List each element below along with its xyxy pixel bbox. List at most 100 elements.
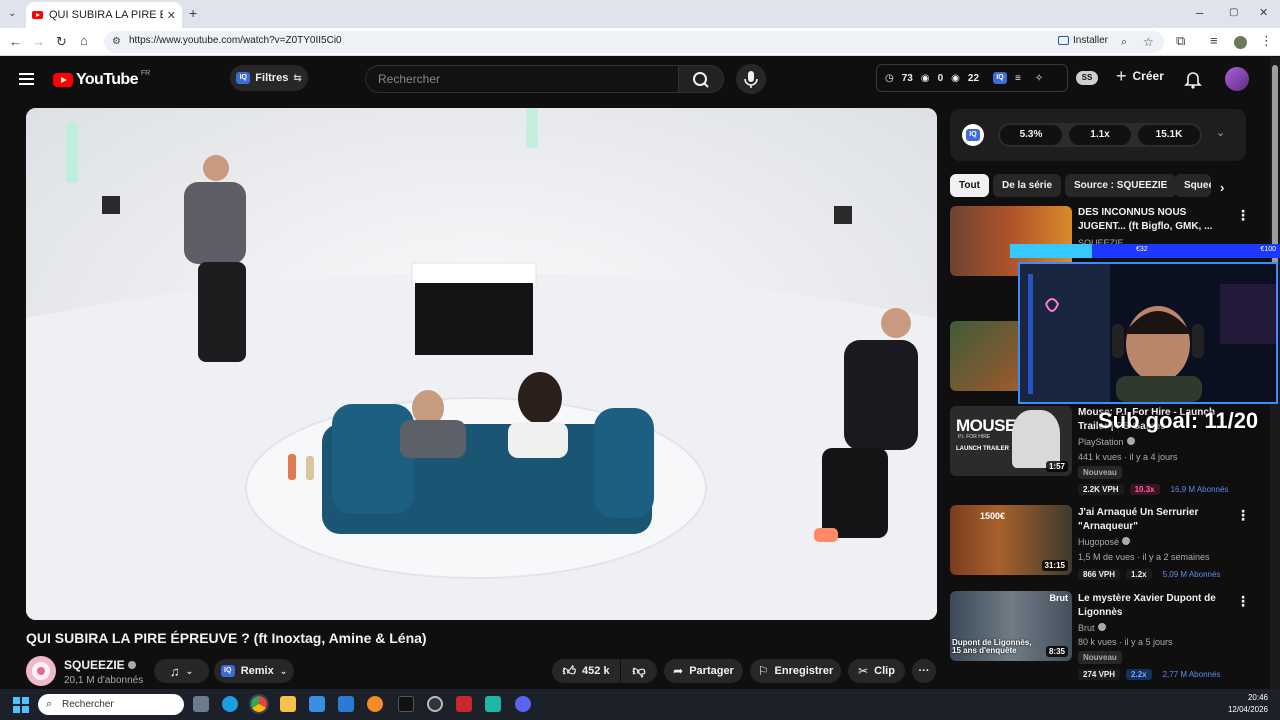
account-avatar[interactable] <box>1225 67 1249 91</box>
search-button[interactable] <box>679 65 724 93</box>
stat-row-3: 2.2K VPH 10.3x 16,9 M Abonnés <box>1078 482 1233 496</box>
bell-icon: ♫ <box>169 663 180 679</box>
verified-icon-4 <box>1122 537 1131 545</box>
discord-icon[interactable] <box>515 696 531 712</box>
remix-button[interactable]: IQ Remix ⌄ <box>214 659 294 683</box>
filters-button[interactable]: IQ Filtres ⇆ <box>230 65 308 91</box>
store-icon[interactable] <box>309 696 325 712</box>
like-button[interactable]: 👍︎ 452 k <box>552 659 620 683</box>
search-input[interactable]: Rechercher <box>365 65 679 93</box>
recommendation-channel-3[interactable]: PlayStation <box>1078 437 1135 447</box>
recommendation-channel-4[interactable]: Hugoposé <box>1078 537 1131 547</box>
install-app-button[interactable]: Installer <box>1058 35 1108 46</box>
tab-close-icon[interactable]: ✕ <box>167 9 176 22</box>
voicemeeter-icon[interactable] <box>456 696 472 712</box>
youtube-logo[interactable]: YouTube FR <box>53 70 150 89</box>
vph-5: 274 VPH <box>1078 668 1121 680</box>
terminal-icon[interactable] <box>398 696 414 712</box>
clock-time: 20:46 <box>1247 693 1268 702</box>
taskbar-search-input[interactable]: ⌕ Rechercher <box>38 694 184 715</box>
notification-bell-button[interactable]: ♫ ⌄ <box>154 659 209 683</box>
window-close-icon[interactable]: ✕ <box>1259 6 1268 20</box>
hamburger-menu-icon[interactable] <box>19 70 34 88</box>
recommendation-title-1[interactable]: DES INCONNUS NOUS JUGENT... (ft Bigflo, … <box>1078 206 1228 234</box>
age-3: il y a 4 jours <box>1129 452 1178 462</box>
recommendation-thumbnail-5[interactable]: Brut Dupont de Ligonnès, 15 ans d'enquêt… <box>950 591 1072 661</box>
site-info-icon[interactable]: ⚙ <box>112 35 121 49</box>
extensions-icon[interactable]: ⧉ <box>1176 34 1185 48</box>
taskbar-search-label: Rechercher <box>62 699 114 710</box>
install-label: Installer <box>1073 35 1109 46</box>
home-icon[interactable]: ⌂ <box>80 34 88 48</box>
chrome-menu-icon[interactable]: ⋮ <box>1260 34 1273 48</box>
windows-start-icon[interactable] <box>13 697 29 713</box>
plus-icon: + <box>1116 66 1127 86</box>
sliders-icon: ⇆ <box>293 72 302 84</box>
browser-tab[interactable]: QUI SUBIRA LA PIRE ÉPREUVE ? ✕ <box>26 2 182 28</box>
bookmark-star-icon[interactable]: ☆ <box>1143 35 1154 49</box>
video-player[interactable] <box>26 108 937 620</box>
recommendation-menu-icon-1[interactable]: ⋮ <box>1236 208 1250 222</box>
recommendation-menu-icon-5[interactable]: ⋮ <box>1236 594 1250 608</box>
clip-label: Clip <box>874 665 895 677</box>
extension-stats-bar[interactable]: ◷ 73 ◉ 0 ◉ 22 IQ ≡ ✧ <box>876 64 1068 92</box>
file-explorer-icon[interactable] <box>280 696 296 712</box>
app-teal-icon[interactable] <box>485 696 501 712</box>
chip-all[interactable]: Tout <box>950 174 989 197</box>
subs-5: 2,77 M Abonnés <box>1162 669 1221 679</box>
task-view-icon[interactable] <box>193 696 209 712</box>
donation-goal-fill <box>1010 244 1092 258</box>
ss-badge[interactable]: SS <box>1076 71 1098 85</box>
clip-button[interactable]: ✂ Clip <box>848 659 905 683</box>
recommendation-channel-5[interactable]: Brut <box>1078 623 1106 633</box>
chrome-icon[interactable] <box>249 694 269 714</box>
channel-name[interactable]: SQUEEZIE <box>64 658 136 672</box>
sparkle-icon: ✧ <box>1034 72 1044 84</box>
media-control-icon[interactable]: ≡ <box>1210 34 1218 48</box>
edge-icon[interactable] <box>222 696 238 712</box>
system-clock[interactable]: 20:46 12/04/2026 <box>1224 692 1268 716</box>
scissors-icon: ✂ <box>858 664 869 678</box>
profile-icon[interactable] <box>1234 36 1247 49</box>
iq-metrics-panel: IQ 5.3% 1.1x 15.1K ⌄ <box>950 109 1246 161</box>
channel-avatar[interactable] <box>26 656 56 686</box>
tab-search-icon[interactable]: ⌄ <box>8 7 16 21</box>
age-4: il y a 2 semaines <box>1142 552 1210 562</box>
outlook-icon[interactable] <box>338 696 354 712</box>
voice-search-button[interactable] <box>736 64 766 94</box>
duration-badge-5: 8:35 <box>1045 646 1068 657</box>
recommendation-title-4[interactable]: J'ai Arnaqué Un Serrurier "Arnaqueur" <box>1078 506 1228 534</box>
save-label: Enregistrer <box>774 665 834 677</box>
dislike-button[interactable]: 👎︎ <box>621 659 657 683</box>
notifications-bell-icon[interactable] <box>1184 69 1202 89</box>
share-label: Partager <box>689 665 734 677</box>
save-button[interactable]: ⚐ Enregistrer <box>750 659 841 683</box>
forward-icon[interactable]: → <box>32 35 45 49</box>
create-button[interactable]: + Créer <box>1116 66 1164 86</box>
omnibox[interactable]: ⚙ https://www.youtube.com/watch?v=Z0TY0I… <box>104 31 1164 53</box>
maximize-icon[interactable]: ▢ <box>1229 6 1238 20</box>
obs-icon[interactable] <box>427 696 443 712</box>
recommendation-channel-5-text: Brut <box>1078 623 1095 633</box>
recommendation-menu-icon-4[interactable]: ⋮ <box>1236 508 1250 522</box>
more-actions-button[interactable]: ··· <box>912 659 936 683</box>
zoom-icon[interactable]: ⌕ <box>1121 35 1127 49</box>
app-circle-icon[interactable] <box>367 696 383 712</box>
scrollbar-thumb[interactable] <box>1272 65 1278 265</box>
chip-source[interactable]: Source : SQUEEZIE <box>1065 174 1177 197</box>
new-tab-icon[interactable]: + <box>189 6 197 20</box>
reload-icon[interactable]: ↻ <box>56 35 67 49</box>
recommendation-meta-3: 441 k vues · il y a 4 jours <box>1078 452 1178 462</box>
share-button[interactable]: ➦ Partager <box>664 659 743 683</box>
iq-expand-chevron-icon[interactable]: ⌄ <box>1216 126 1225 139</box>
recommendation-thumbnail-4[interactable]: 1500€ 31:15 <box>950 505 1072 575</box>
recommendation-channel-4-text: Hugoposé <box>1078 537 1120 547</box>
thumb-3-sub: P.I. FOR HIRE <box>958 434 991 440</box>
recommendation-thumbnail-3[interactable]: MOUSE P.I. FOR HIRE LAUNCH TRAILER 1:57 <box>950 406 1072 476</box>
recommendation-title-5[interactable]: Le mystère Xavier Dupont de Ligonnès <box>1078 592 1228 620</box>
chip-squeezie[interactable]: Squeezie <box>1175 174 1211 197</box>
chips-next-chevron-icon[interactable]: › <box>1220 180 1224 195</box>
back-icon[interactable]: ← <box>9 35 22 49</box>
minimize-icon[interactable]: – <box>1196 6 1203 20</box>
chip-series[interactable]: De la série <box>993 174 1062 197</box>
